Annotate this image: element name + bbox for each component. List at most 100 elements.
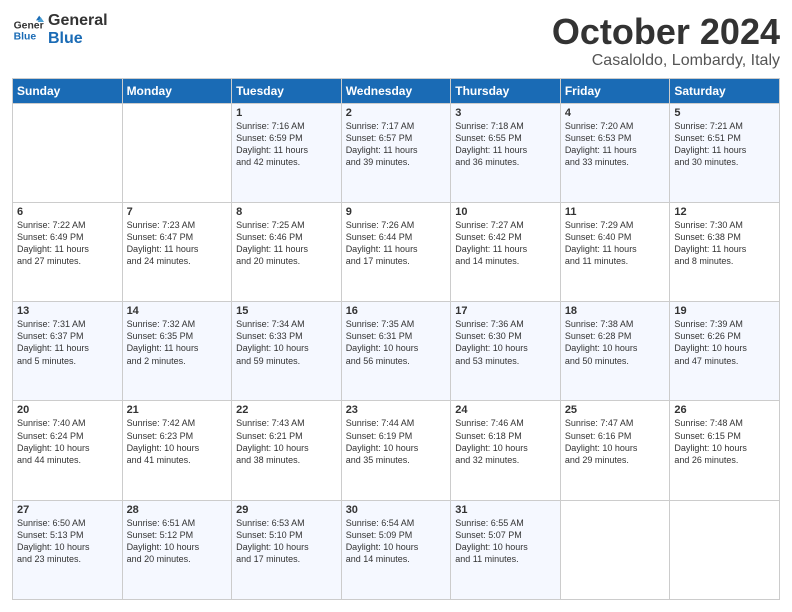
calendar-cell: 22Sunrise: 7:43 AMSunset: 6:21 PMDayligh… — [232, 401, 342, 500]
header: General Blue General Blue October 2024 C… — [12, 12, 780, 70]
header-day-thursday: Thursday — [451, 78, 561, 103]
cell-details: Sunrise: 7:39 AMSunset: 6:26 PMDaylight:… — [674, 318, 775, 367]
calendar-cell: 2Sunrise: 7:17 AMSunset: 6:57 PMDaylight… — [341, 103, 451, 202]
logo-line1: General — [48, 12, 108, 30]
cell-details: Sunrise: 7:20 AMSunset: 6:53 PMDaylight:… — [565, 120, 666, 169]
cell-details: Sunrise: 7:21 AMSunset: 6:51 PMDaylight:… — [674, 120, 775, 169]
cell-details: Sunrise: 7:22 AMSunset: 6:49 PMDaylight:… — [17, 219, 118, 268]
calendar-cell: 7Sunrise: 7:23 AMSunset: 6:47 PMDaylight… — [122, 202, 232, 301]
calendar-cell: 13Sunrise: 7:31 AMSunset: 6:37 PMDayligh… — [13, 302, 123, 401]
title-block: October 2024 Casaloldo, Lombardy, Italy — [552, 12, 780, 70]
day-number: 6 — [17, 206, 118, 218]
day-number: 24 — [455, 404, 556, 416]
calendar-cell: 25Sunrise: 7:47 AMSunset: 6:16 PMDayligh… — [560, 401, 670, 500]
cell-details: Sunrise: 7:40 AMSunset: 6:24 PMDaylight:… — [17, 417, 118, 466]
cell-details: Sunrise: 7:42 AMSunset: 6:23 PMDaylight:… — [127, 417, 228, 466]
cell-details: Sunrise: 7:23 AMSunset: 6:47 PMDaylight:… — [127, 219, 228, 268]
calendar-cell: 26Sunrise: 7:48 AMSunset: 6:15 PMDayligh… — [670, 401, 780, 500]
calendar-cell: 14Sunrise: 7:32 AMSunset: 6:35 PMDayligh… — [122, 302, 232, 401]
calendar-cell: 29Sunrise: 6:53 AMSunset: 5:10 PMDayligh… — [232, 500, 342, 599]
day-number: 7 — [127, 206, 228, 218]
day-number: 13 — [17, 305, 118, 317]
calendar-cell: 4Sunrise: 7:20 AMSunset: 6:53 PMDaylight… — [560, 103, 670, 202]
calendar-cell: 31Sunrise: 6:55 AMSunset: 5:07 PMDayligh… — [451, 500, 561, 599]
day-number: 21 — [127, 404, 228, 416]
calendar-cell: 10Sunrise: 7:27 AMSunset: 6:42 PMDayligh… — [451, 202, 561, 301]
calendar-cell: 16Sunrise: 7:35 AMSunset: 6:31 PMDayligh… — [341, 302, 451, 401]
day-number: 23 — [346, 404, 447, 416]
day-number: 17 — [455, 305, 556, 317]
header-day-friday: Friday — [560, 78, 670, 103]
day-number: 3 — [455, 107, 556, 119]
cell-details: Sunrise: 7:17 AMSunset: 6:57 PMDaylight:… — [346, 120, 447, 169]
svg-text:General: General — [14, 20, 44, 31]
calendar-cell: 15Sunrise: 7:34 AMSunset: 6:33 PMDayligh… — [232, 302, 342, 401]
cell-details: Sunrise: 7:27 AMSunset: 6:42 PMDaylight:… — [455, 219, 556, 268]
cell-details: Sunrise: 7:29 AMSunset: 6:40 PMDaylight:… — [565, 219, 666, 268]
day-number: 22 — [236, 404, 337, 416]
cell-details: Sunrise: 7:36 AMSunset: 6:30 PMDaylight:… — [455, 318, 556, 367]
logo-icon: General Blue — [12, 14, 44, 46]
logo: General Blue General Blue — [12, 12, 108, 47]
calendar-cell — [560, 500, 670, 599]
day-number: 12 — [674, 206, 775, 218]
day-number: 16 — [346, 305, 447, 317]
calendar-cell: 12Sunrise: 7:30 AMSunset: 6:38 PMDayligh… — [670, 202, 780, 301]
cell-details: Sunrise: 7:46 AMSunset: 6:18 PMDaylight:… — [455, 417, 556, 466]
calendar-cell: 28Sunrise: 6:51 AMSunset: 5:12 PMDayligh… — [122, 500, 232, 599]
day-number: 4 — [565, 107, 666, 119]
calendar-cell: 23Sunrise: 7:44 AMSunset: 6:19 PMDayligh… — [341, 401, 451, 500]
calendar-cell — [13, 103, 123, 202]
cell-details: Sunrise: 7:34 AMSunset: 6:33 PMDaylight:… — [236, 318, 337, 367]
day-number: 8 — [236, 206, 337, 218]
calendar-cell: 1Sunrise: 7:16 AMSunset: 6:59 PMDaylight… — [232, 103, 342, 202]
calendar-header-row: SundayMondayTuesdayWednesdayThursdayFrid… — [13, 78, 780, 103]
main-title: October 2024 — [552, 12, 780, 52]
calendar-cell: 19Sunrise: 7:39 AMSunset: 6:26 PMDayligh… — [670, 302, 780, 401]
calendar-table: SundayMondayTuesdayWednesdayThursdayFrid… — [12, 78, 780, 600]
cell-details: Sunrise: 7:25 AMSunset: 6:46 PMDaylight:… — [236, 219, 337, 268]
cell-details: Sunrise: 7:38 AMSunset: 6:28 PMDaylight:… — [565, 318, 666, 367]
cell-details: Sunrise: 6:50 AMSunset: 5:13 PMDaylight:… — [17, 517, 118, 566]
day-number: 25 — [565, 404, 666, 416]
cell-details: Sunrise: 6:55 AMSunset: 5:07 PMDaylight:… — [455, 517, 556, 566]
calendar-week-1: 1Sunrise: 7:16 AMSunset: 6:59 PMDaylight… — [13, 103, 780, 202]
calendar-cell — [670, 500, 780, 599]
calendar-cell: 17Sunrise: 7:36 AMSunset: 6:30 PMDayligh… — [451, 302, 561, 401]
calendar-cell: 11Sunrise: 7:29 AMSunset: 6:40 PMDayligh… — [560, 202, 670, 301]
day-number: 31 — [455, 504, 556, 516]
cell-details: Sunrise: 6:51 AMSunset: 5:12 PMDaylight:… — [127, 517, 228, 566]
day-number: 2 — [346, 107, 447, 119]
calendar-cell: 30Sunrise: 6:54 AMSunset: 5:09 PMDayligh… — [341, 500, 451, 599]
calendar-cell: 9Sunrise: 7:26 AMSunset: 6:44 PMDaylight… — [341, 202, 451, 301]
header-day-wednesday: Wednesday — [341, 78, 451, 103]
calendar-week-2: 6Sunrise: 7:22 AMSunset: 6:49 PMDaylight… — [13, 202, 780, 301]
calendar-cell: 6Sunrise: 7:22 AMSunset: 6:49 PMDaylight… — [13, 202, 123, 301]
day-number: 19 — [674, 305, 775, 317]
calendar-cell: 20Sunrise: 7:40 AMSunset: 6:24 PMDayligh… — [13, 401, 123, 500]
logo-line2: Blue — [48, 30, 108, 48]
calendar-cell: 18Sunrise: 7:38 AMSunset: 6:28 PMDayligh… — [560, 302, 670, 401]
day-number: 18 — [565, 305, 666, 317]
subtitle: Casaloldo, Lombardy, Italy — [552, 52, 780, 70]
calendar-cell: 5Sunrise: 7:21 AMSunset: 6:51 PMDaylight… — [670, 103, 780, 202]
cell-details: Sunrise: 7:32 AMSunset: 6:35 PMDaylight:… — [127, 318, 228, 367]
cell-details: Sunrise: 7:44 AMSunset: 6:19 PMDaylight:… — [346, 417, 447, 466]
day-number: 5 — [674, 107, 775, 119]
day-number: 29 — [236, 504, 337, 516]
day-number: 11 — [565, 206, 666, 218]
page: General Blue General Blue October 2024 C… — [0, 0, 792, 612]
header-day-saturday: Saturday — [670, 78, 780, 103]
cell-details: Sunrise: 6:53 AMSunset: 5:10 PMDaylight:… — [236, 517, 337, 566]
day-number: 9 — [346, 206, 447, 218]
cell-details: Sunrise: 6:54 AMSunset: 5:09 PMDaylight:… — [346, 517, 447, 566]
header-day-monday: Monday — [122, 78, 232, 103]
calendar-cell: 24Sunrise: 7:46 AMSunset: 6:18 PMDayligh… — [451, 401, 561, 500]
day-number: 15 — [236, 305, 337, 317]
cell-details: Sunrise: 7:47 AMSunset: 6:16 PMDaylight:… — [565, 417, 666, 466]
cell-details: Sunrise: 7:16 AMSunset: 6:59 PMDaylight:… — [236, 120, 337, 169]
day-number: 28 — [127, 504, 228, 516]
day-number: 10 — [455, 206, 556, 218]
day-number: 27 — [17, 504, 118, 516]
day-number: 30 — [346, 504, 447, 516]
